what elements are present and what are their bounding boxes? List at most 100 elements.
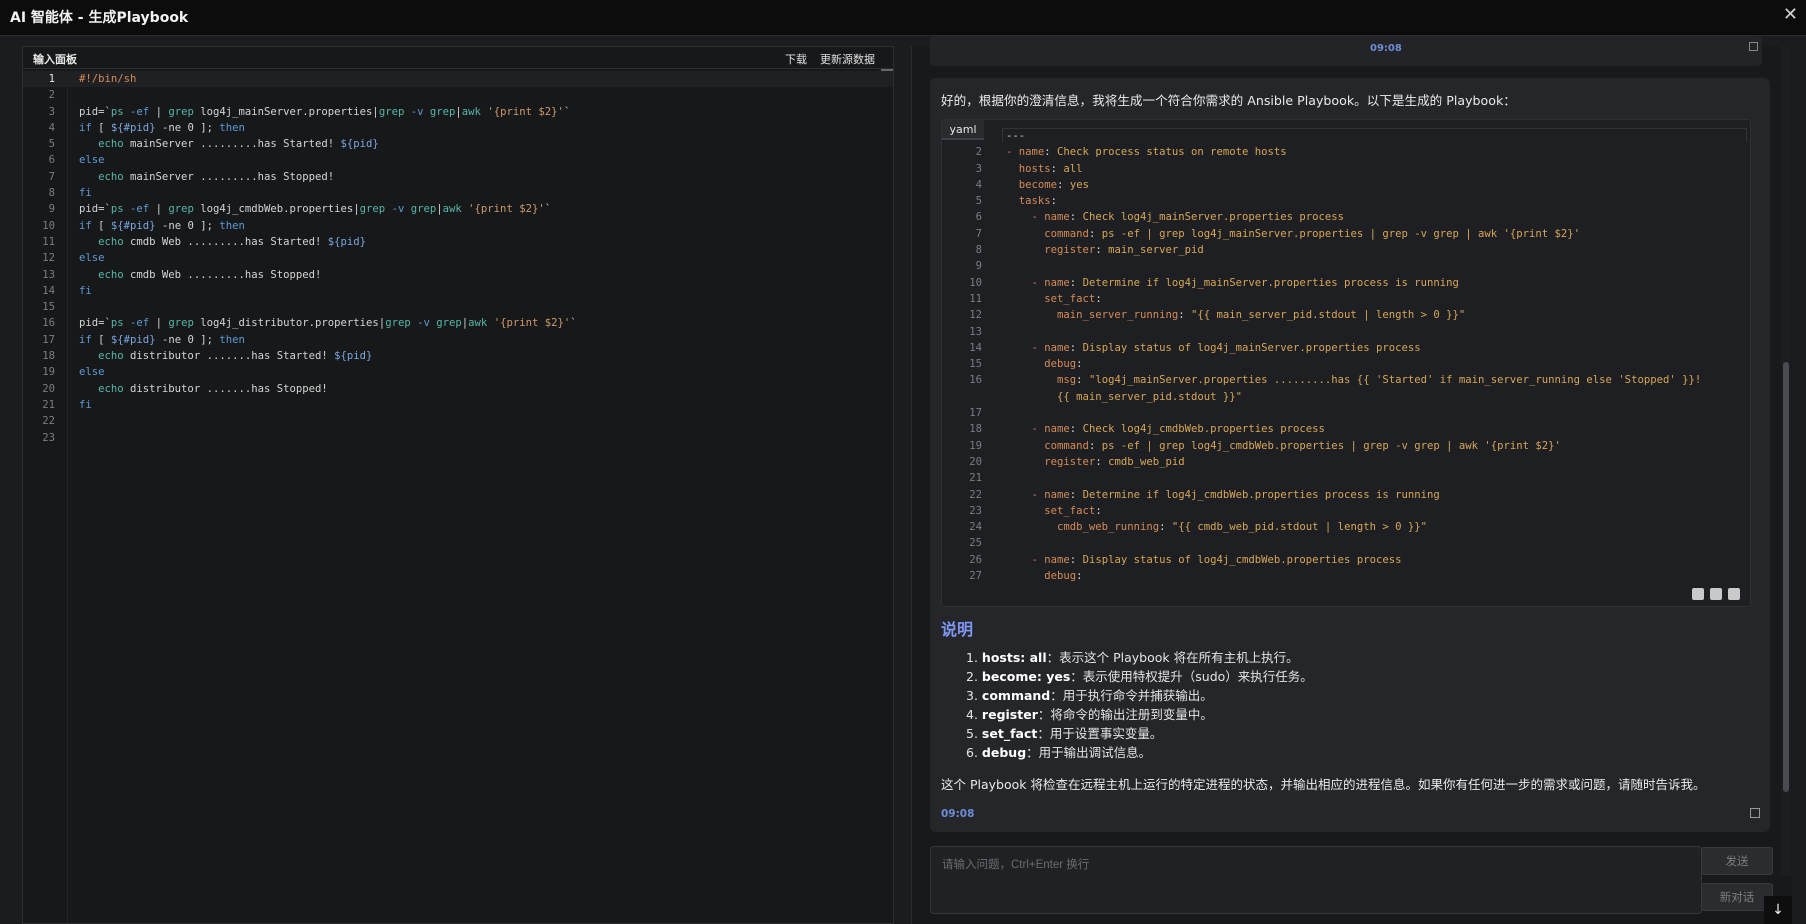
download-button[interactable]: 下载 [785,51,807,67]
code-token: '{print $2}' [493,317,571,330]
check-icon[interactable] [1710,588,1722,600]
line-number: 26 [969,553,982,566]
code-token: if [79,219,92,232]
code-token: '{print $2}' [468,203,545,216]
line-number: 17 [42,333,55,346]
code-token: ps -ef | grep log4j_cmdbWeb.properties |… [1101,439,1561,452]
code-token: : [1057,178,1070,191]
expand-icon[interactable] [1728,588,1740,600]
code-token: : [1076,570,1083,583]
code-token: name [1044,423,1070,436]
code-text: echo mainServer .........has Started! ${… [79,136,379,152]
line-number: 23 [42,431,55,444]
code-token: distributor .......has Stopped! [123,382,328,395]
line-number: 7 [48,170,55,183]
list-desc: ：表示这个 Playbook 将在所有主机上执行。 [1046,650,1299,665]
line-number: 15 [969,358,982,371]
code-editor[interactable]: 1 #!/bin/sh 2 3 pid=`ps -ef | grep log4j_mai… [23,71,893,446]
line-number: 5 [48,138,55,151]
line-number: 21 [42,398,55,411]
code-line: 20 echo distributor .......has Stopped! [23,381,893,397]
code-text: fi [79,185,92,201]
input-panel-title: 输入面板 [33,53,77,66]
copy-icon[interactable] [1749,42,1758,51]
code-token: fi [79,284,92,297]
code-language-tab[interactable]: yaml [942,120,984,140]
code-token: if [79,121,92,134]
code-text: {{ main_server_pid.stdout }}" [1006,389,1242,405]
code-token: : [1076,358,1083,371]
send-button[interactable]: 发送 [1701,847,1773,875]
code-text: - name: Display status of log4j_mainServ… [1006,340,1421,356]
question-input-wrapper [930,846,1702,914]
line-number: 13 [42,268,55,281]
line-number: 16 [42,317,55,330]
code-token: yes [1069,178,1089,191]
code-token: grep [359,203,386,216]
code-token: grep [378,105,405,118]
code-token: all [1063,162,1083,175]
code-token: debug [1044,570,1077,583]
code-token: [ [91,219,111,232]
question-input[interactable] [931,847,1701,913]
code-text: else [79,152,105,168]
code-text: set_fact: [1006,291,1101,307]
code-token: -ef [130,317,150,330]
line-number: 22 [42,415,55,428]
line-number: 10 [42,219,55,232]
code-line: 25 [942,535,1747,551]
code-token: pid=` [79,105,111,118]
line-number: 18 [42,350,55,363]
line-number: 3 [975,162,982,175]
code-line: 23 set_fact: [942,503,1747,519]
code-token: else [79,252,105,265]
code-token: name [1044,553,1070,566]
code-text: pid=`ps -ef | grep log4j_mainServer.prop… [79,104,570,120]
code-token: - [1031,488,1045,501]
code-token: cmdb Web .........has Stopped! [123,268,322,281]
code-token: | [149,317,169,330]
code-token: grep [436,317,462,330]
close-icon[interactable]: ✕ [1783,4,1798,26]
code-token: -ne 0 ]; [155,121,220,134]
code-line: 17 [942,405,1747,421]
code-token: ${pid} [340,138,379,151]
code-token: ${#pid} [110,219,156,232]
code-token: : [1159,521,1172,534]
arrow-down-icon[interactable]: ↓ [1764,896,1792,924]
code-line: 27 debug: [942,568,1747,584]
code-token: Check log4j_cmdbWeb.properties process [1082,423,1325,436]
list-number: 6. [966,745,978,760]
line-number: 20 [42,382,55,395]
code-token: register [1044,455,1096,468]
code-text: - name: Check process status on remote h… [1006,144,1287,160]
line-number: 8 [975,244,982,257]
code-line: 1 #!/bin/sh [23,71,893,88]
code-token: command [1044,227,1089,240]
code-token: log4j_distributor.properties| [193,317,386,330]
update-source-button[interactable]: 更新源数据 [820,51,875,67]
code-token: fi [79,398,92,411]
line-number: 19 [42,366,55,379]
code-token: tasks [1018,195,1051,208]
new-chat-button[interactable]: 新对话 [1701,883,1773,911]
code-token: | [149,203,169,216]
code-line: 13 [942,324,1747,340]
code-token: else [79,366,105,379]
edit-icon[interactable] [1692,588,1704,600]
code-line: 24 cmdb_web_running: "{{ cmdb_web_pid.st… [942,519,1747,535]
message-summary: 这个 Playbook 将检查在远程主机上运行的特定进程的状态，并输出相应的进程… [941,777,1706,792]
code-token: '{print $2}' [487,105,564,118]
code-token: cmdb_web_running [1057,521,1160,534]
code-text: become: yes [1006,177,1089,193]
code-token: -ef [130,105,150,118]
code-token: name [1044,341,1070,354]
chat-scrollbar[interactable] [1783,362,1789,792]
code-line: 15 debug: [942,356,1747,372]
copy-icon[interactable] [1750,808,1760,818]
code-token: grep [168,203,194,216]
